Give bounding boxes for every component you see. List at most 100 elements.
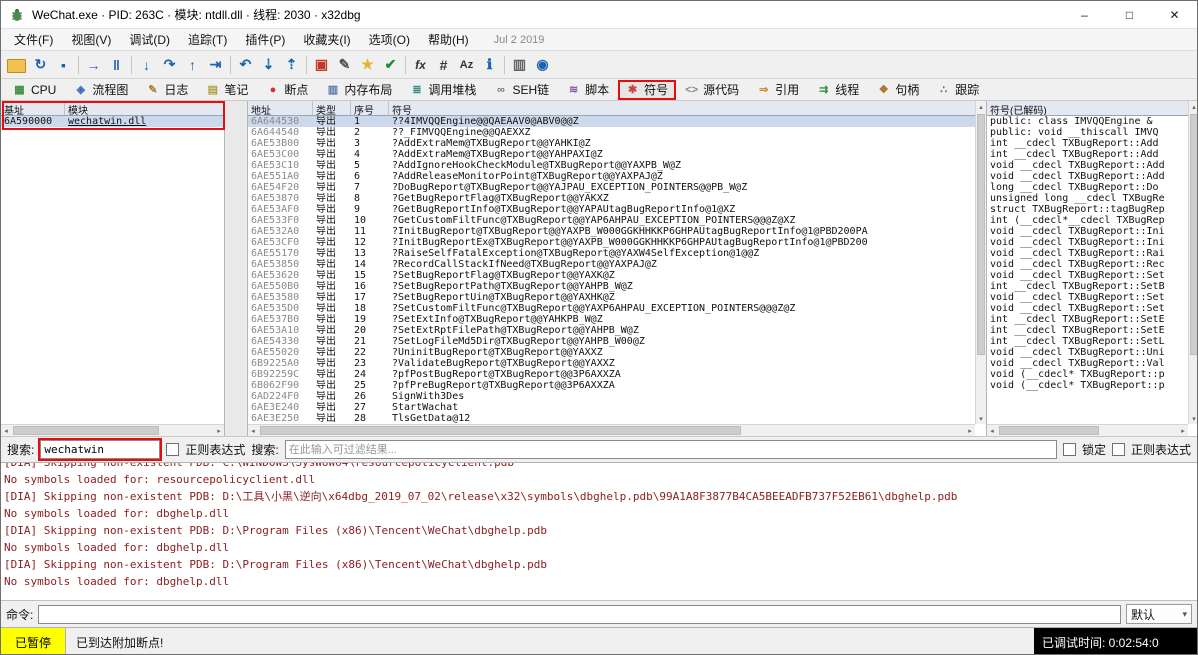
menu-item-debug[interactable]: 调试(D) [120,29,179,50]
modules-horizontal-scrollbar[interactable]: ◂ ▸ [1,424,224,436]
scroll-left-icon[interactable]: ◂ [248,425,258,436]
tab-trace[interactable]: ∴跟踪 [928,79,988,101]
stop-icon[interactable]: ▪ [52,53,75,76]
tab-graph[interactable]: ◈流程图 [65,79,137,101]
decoded-line[interactable]: void __cdecl TXBugReport::Set [987,303,1188,314]
decoded-line[interactable]: void __cdecl TXBugReport::Ini [987,226,1188,237]
symbol-row[interactable]: 6AE3E240导出27StartWachat [248,402,975,413]
symbol-row[interactable]: 6A644530导出1??4IMVQQEngine@@QAEAAV0@ABV0@… [248,116,975,127]
decoded-line[interactable]: void __cdecl TXBugReport::Add [987,160,1188,171]
menu-item-file[interactable]: 文件(F) [5,29,62,50]
decoded-line[interactable]: int __cdecl TXBugReport::Add [987,138,1188,149]
module-search-input[interactable] [40,440,160,459]
scroll-right-icon[interactable]: ▸ [1178,425,1188,436]
decoded-line[interactable]: unsigned long __cdecl TXBugRe [987,193,1188,204]
tab-script[interactable]: ≋脚本 [558,79,618,101]
symbol-row[interactable]: 6AE53AF0导出9?GetBugReportInfo@TXBugReport… [248,204,975,215]
scroll-left-icon[interactable]: ◂ [1,425,11,436]
symbol-row[interactable]: 6AE537B0导出19?SetExtInfo@TXBugReport@@YAH… [248,314,975,325]
symbol-row[interactable]: 6AD224F0导出26SignWith3Des [248,391,975,402]
symbol-row[interactable]: 6AE550B0导出16?SetBugReportPath@TXBugRepor… [248,281,975,292]
tab-handles[interactable]: ❖句柄 [868,79,928,101]
module-row[interactable]: 6A590000wechatwin.dll [1,116,224,127]
symbol-row[interactable]: 6AE532A0导出11?InitBugReport@TXBugReport@@… [248,226,975,237]
symbol-row[interactable]: 6AE3E250导出28TlsGetData@12 [248,413,975,424]
symbol-row[interactable]: 6A644540导出2??_FIMVQQEngine@@QAEXXZ [248,127,975,138]
step-into-icon[interactable]: ↓ [135,53,158,76]
minimize-button[interactable]: – [1062,1,1107,28]
tab-references[interactable]: ⇒引用 [748,79,808,101]
run-icon[interactable]: → [82,53,105,76]
menu-item-favourites[interactable]: 收藏夹(I) [294,29,359,50]
decoded-line[interactable]: public: class IMVQQEngine & [987,116,1188,127]
symbol-row[interactable]: 6B062F90导出25?pfPreBugReport@TXBugReport@… [248,380,975,391]
tab-call-stack[interactable]: ≣调用堆栈 [401,79,485,101]
decoded-line[interactable]: void (__cdecl* TXBugReport::p [987,380,1188,391]
scroll-up-icon[interactable]: ▴ [1189,101,1198,112]
decoded-horizontal-scrollbar[interactable]: ◂ ▸ [987,424,1188,436]
symbol-row[interactable]: 6AE53580导出17?SetBugReportUin@TXBugReport… [248,292,975,303]
decoded-line[interactable]: int __cdecl TXBugReport::SetL [987,336,1188,347]
symbols-vertical-scrollbar[interactable]: ▴ ▾ [975,101,986,424]
symbol-row[interactable]: 6AE53870导出8?GetBugReportFlag@TXBugReport… [248,193,975,204]
decoded-line[interactable]: struct TXBugReport::tagBugRep [987,204,1188,215]
close-button[interactable]: ✕ [1152,1,1197,28]
symbol-row[interactable]: 6AE54F20导出7?DoBugReport@TXBugReport@@YAJ… [248,182,975,193]
scrollbar-thumb[interactable] [260,426,741,435]
decoded-line[interactable]: void __cdecl TXBugReport::Ini [987,237,1188,248]
log-area[interactable]: [DIA] Skipping non-existent PDB: C:\WIND… [1,462,1197,600]
step-out-icon[interactable]: ↑ [181,53,204,76]
tab-breakpoints[interactable]: ●断点 [257,79,317,101]
trace-over-icon[interactable]: ⇡ [280,53,303,76]
menu-item-help[interactable]: 帮助(H) [419,29,478,50]
lock-checkbox[interactable] [1063,443,1076,456]
fx-icon[interactable]: fx [409,53,432,76]
symbols-horizontal-scrollbar[interactable]: ◂ ▸ [248,424,975,436]
scrollbar-thumb[interactable] [13,426,159,435]
decoded-line[interactable]: public: void __thiscall IMVQ [987,127,1188,138]
symbol-row[interactable]: 6AE53A10导出20?SetExtRptFilePath@TXBugRepo… [248,325,975,336]
info-icon[interactable]: ℹ [478,53,501,76]
scrollbar-track[interactable] [11,425,214,436]
command-input[interactable] [38,605,1121,624]
tab-seh[interactable]: ∞SEH链 [485,79,558,101]
scroll-down-icon[interactable]: ▾ [976,413,986,424]
scroll-right-icon[interactable]: ▸ [965,425,975,436]
step-over-icon[interactable]: ↷ [158,53,181,76]
open-file-icon[interactable] [7,59,26,73]
hash-icon[interactable]: # [432,53,455,76]
tab-memory-map[interactable]: ▥内存布局 [317,79,401,101]
memory-bars-icon[interactable]: ▥ [508,53,531,76]
decoded-line[interactable]: int __cdecl TXBugReport::SetB [987,281,1188,292]
scrollbar-thumb[interactable] [1190,114,1198,355]
scrollbar-track[interactable] [997,425,1178,436]
decoded-line[interactable]: void __cdecl TXBugReport::Set [987,292,1188,303]
decoded-line[interactable]: int __cdecl TXBugReport::SetE [987,314,1188,325]
maximize-button[interactable]: □ [1107,1,1152,28]
scrollbar-track[interactable] [1189,112,1198,413]
favourites-icon[interactable]: ★ [356,53,379,76]
decoded-line[interactable]: void __cdecl TXBugReport::Rai [987,248,1188,259]
scrollbar-track[interactable] [258,425,965,436]
symbol-row[interactable]: 6B9225A0导出23?ValidateBugReport@TXBugRepo… [248,358,975,369]
command-profile-select[interactable]: 默认 ▾ [1126,604,1192,624]
symbol-row[interactable]: 6AE53C10导出5?AddIgnoreHookCheckModule@TXB… [248,160,975,171]
scrollbar-thumb[interactable] [977,114,985,355]
symbol-row[interactable]: 6AE53C00导出4?AddExtraMem@TXBugReport@@YAH… [248,149,975,160]
decoded-line[interactable]: int __cdecl TXBugReport::SetE [987,325,1188,336]
symbol-row[interactable]: 6AE551A0导出6?AddReleaseMonitorPoint@TXBug… [248,171,975,182]
scroll-left-icon[interactable]: ◂ [987,425,997,436]
scroll-right-icon[interactable]: ▸ [214,425,224,436]
menu-item-options[interactable]: 选项(O) [360,29,419,50]
menu-item-trace[interactable]: 追踪(T) [179,29,236,50]
symbol-row[interactable]: 6AE53850导出14?RecordCallStackIfNeed@TXBug… [248,259,975,270]
tab-source[interactable]: <>源代码 [676,79,748,101]
pause-icon[interactable]: ‖ [105,53,128,76]
symbol-row[interactable]: 6AE55020导出22?UninitBugReport@TXBugReport… [248,347,975,358]
decoded-line[interactable]: void __cdecl TXBugReport::Uni [987,347,1188,358]
regex-checkbox[interactable] [166,443,179,456]
tab-threads[interactable]: ⇉线程 [808,79,868,101]
step-back-icon[interactable]: ↶ [234,53,257,76]
trace-into-icon[interactable]: ⇣ [257,53,280,76]
run-to-user-code-icon[interactable]: ⇥ [204,53,227,76]
